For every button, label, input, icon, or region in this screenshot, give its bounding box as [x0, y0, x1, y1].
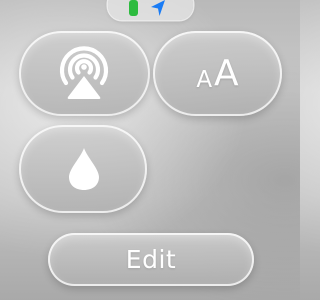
edit-button-label: Edit	[125, 245, 177, 274]
airplay-icon	[59, 46, 109, 99]
water-drop-icon	[69, 148, 99, 190]
airplay-button[interactable]	[19, 31, 150, 116]
text-size-icon: A A	[153, 31, 282, 116]
edit-button[interactable]: Edit	[48, 233, 254, 286]
battery-charging-icon	[129, 0, 138, 16]
text-size-large-glyph: A	[214, 53, 239, 94]
text-size-button[interactable]: A A	[153, 31, 282, 116]
status-indicator-pill	[108, 0, 193, 20]
text-size-small-glyph: A	[196, 67, 213, 93]
location-arrow-icon	[151, 0, 165, 16]
water-lock-button[interactable]	[19, 125, 147, 213]
